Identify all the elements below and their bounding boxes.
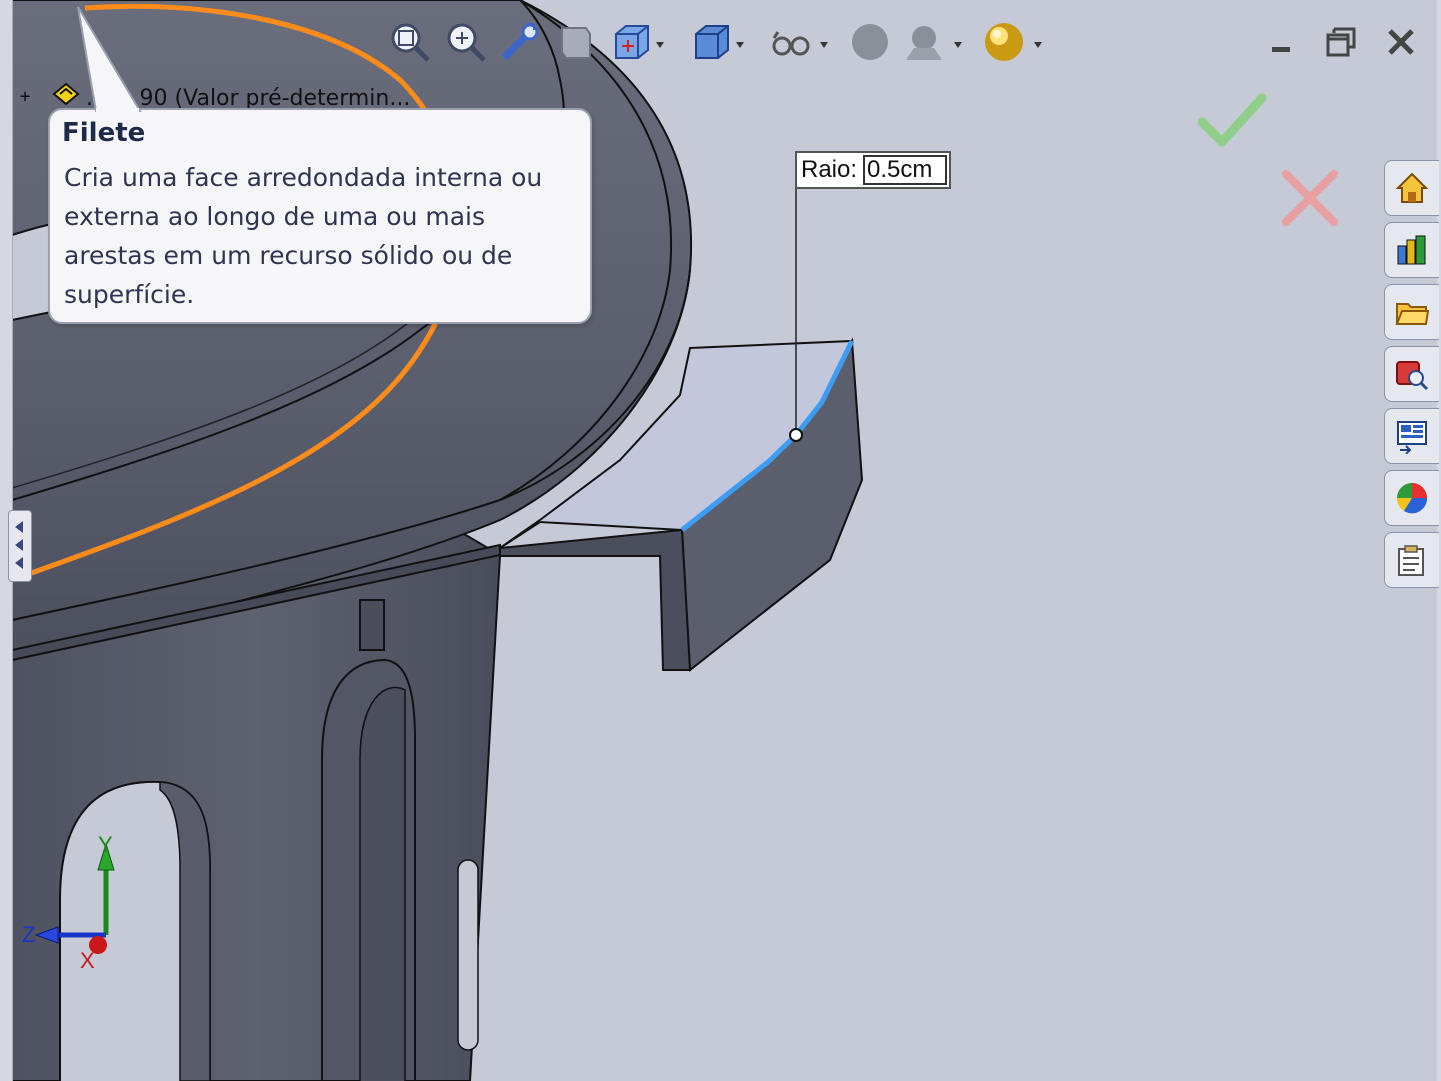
- reference-triad: Y Z X: [18, 830, 128, 973]
- restore-button[interactable]: [1321, 22, 1361, 62]
- close-button[interactable]: [1381, 22, 1421, 62]
- x-icon: [1282, 170, 1338, 226]
- triad-x-label: X: [80, 948, 95, 973]
- view-orientation-button[interactable]: [610, 18, 668, 66]
- zoom-to-fit-button[interactable]: [388, 18, 432, 66]
- ok-button[interactable]: [1197, 92, 1268, 152]
- tower-pillar: [359, 599, 385, 651]
- zoom-to-area-icon: [447, 23, 486, 62]
- restore-icon: [1326, 27, 1356, 57]
- close-icon: [1388, 29, 1414, 55]
- section-view-button[interactable]: [554, 18, 598, 66]
- edit-appearance-button[interactable]: [848, 18, 892, 66]
- dimension-handle[interactable]: [789, 428, 803, 442]
- radius-input[interactable]: [863, 155, 948, 185]
- triad-y-label: Y: [98, 832, 113, 857]
- tab-design-library[interactable]: [1384, 222, 1439, 278]
- tooltip-pointer: [77, 6, 142, 112]
- tab-custom-properties[interactable]: [1384, 532, 1439, 588]
- edit-appearance-icon: [852, 24, 888, 60]
- design-library-icon: [1397, 235, 1426, 265]
- home-icon: [1395, 172, 1429, 203]
- display-style-icon: [695, 25, 744, 59]
- tooltip-body: Cria uma face arredondada interna ou ext…: [64, 163, 543, 309]
- tab-search[interactable]: [1384, 346, 1439, 402]
- apply-scene-icon: [906, 26, 962, 60]
- apply-scene-button[interactable]: [902, 18, 966, 66]
- tab-file-explorer[interactable]: [1384, 284, 1439, 340]
- tooltip: Filete Cria uma face arredondada interna…: [48, 108, 592, 324]
- section-view-icon: [561, 27, 591, 59]
- zoom-to-area-button[interactable]: [444, 18, 488, 66]
- cancel-button[interactable]: [1278, 166, 1342, 230]
- search-icon: [1396, 361, 1429, 391]
- previous-view-icon: [501, 23, 539, 61]
- tab-appearances-scenes[interactable]: [1384, 470, 1439, 526]
- radius-label: Raio:: [801, 156, 858, 183]
- window-controls: [1261, 22, 1421, 62]
- tab-view-palette[interactable]: [1384, 408, 1439, 464]
- tower-slot: [457, 859, 479, 1051]
- flange-underside: [499, 528, 692, 671]
- triad-z-label: Z: [22, 922, 36, 947]
- tab-solidworks-resources[interactable]: [1384, 160, 1439, 216]
- minimize-icon: [1272, 47, 1290, 52]
- radius-dimension-callout: Raio:: [795, 151, 952, 189]
- previous-view-button[interactable]: [498, 18, 542, 66]
- view-settings-icon: [985, 23, 1042, 61]
- display-style-button[interactable]: [690, 18, 748, 66]
- tower-arch-right-inner: [359, 686, 406, 1081]
- panel-collapse-handle[interactable]: [8, 510, 32, 582]
- appearances-scenes-icon: [1396, 483, 1428, 514]
- hide-show-items-button[interactable]: [768, 18, 832, 66]
- tree-expander[interactable]: +: [16, 88, 34, 106]
- view-palette-icon: [1397, 421, 1427, 454]
- folder-icon: [1395, 303, 1430, 325]
- tooltip-title: Filete: [62, 118, 146, 148]
- view-settings-button[interactable]: [982, 18, 1046, 66]
- minimize-button[interactable]: [1261, 22, 1301, 62]
- graphics-area[interactable]: + ...ca 90 (Valor pré-determin... Filete…: [0, 0, 1441, 1081]
- custom-properties-icon: [1398, 545, 1424, 576]
- check-icon: [1197, 93, 1267, 147]
- hide-show-items-icon: [772, 31, 828, 56]
- view-orientation-icon: [615, 25, 664, 59]
- zoom-to-fit-icon: [391, 23, 430, 62]
